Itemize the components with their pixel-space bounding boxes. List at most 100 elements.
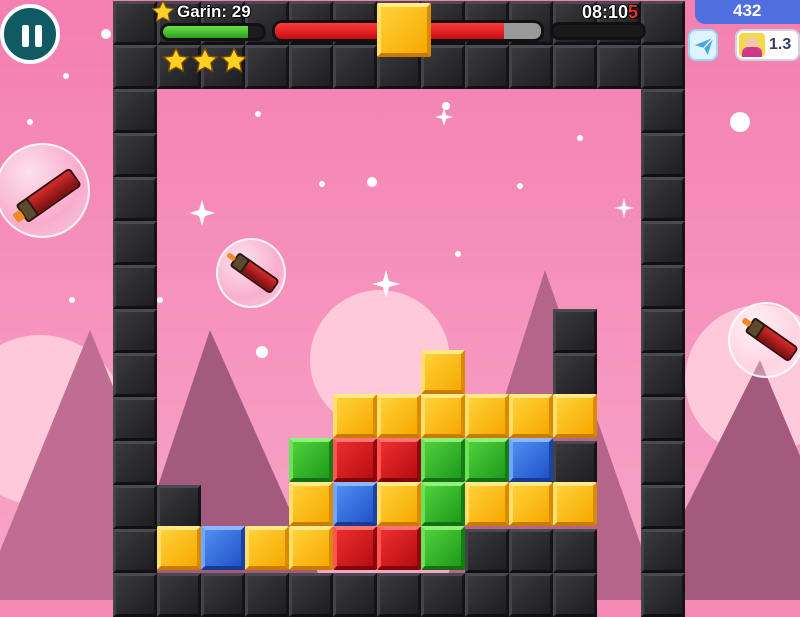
board-cell [641,265,685,309]
rocket-capsule-icon [750,321,800,363]
player-name-score: Garin: 29 [177,2,251,21]
board-cell [641,1,685,45]
yellow-block [465,482,509,526]
score-panel: 432 [695,0,800,24]
yellow-block [245,526,289,570]
player-progress-fill [163,26,248,38]
board-cell [641,353,685,397]
yellow-block [509,394,553,438]
board-cell [113,45,157,89]
blue-block [201,526,245,570]
board-cell [113,441,157,485]
pause-button[interactable] [0,4,60,64]
board-cell [113,177,157,221]
board-cell [113,485,157,529]
timer-panel [550,22,646,40]
board-cell [113,265,157,309]
board-cell [465,45,509,89]
board-cell [113,397,157,441]
yellow-block [377,482,421,526]
rocket-capsule-icon [21,166,82,219]
board-cell [201,573,245,617]
red-block [377,438,421,482]
falling-block[interactable] [377,3,431,57]
yellow-block [421,350,465,394]
red-block [333,526,377,570]
board-cell [509,573,553,617]
board-cell [377,573,421,617]
board-cell [597,45,641,89]
board-cell [157,573,201,617]
board-cell [113,529,157,573]
board-cell [641,573,685,617]
board-cell [465,573,509,617]
green-block [421,438,465,482]
yellow-block [509,482,553,526]
yellow-block [553,394,597,438]
board-cell [553,309,597,353]
board-cell [113,309,157,353]
board-cell [509,45,553,89]
pause-icon [22,25,29,47]
player-progress-bar [160,23,266,41]
board-cell [465,529,509,573]
board-cell [641,177,685,221]
board-cell [641,485,685,529]
powerup-capsule[interactable] [216,238,286,308]
star-icon [191,46,219,73]
yellow-block [465,394,509,438]
multiplier-panel: 1.3 [735,29,800,61]
board-cell [157,485,201,529]
board-cell [553,45,597,89]
board-cell [553,353,597,397]
board-cell [641,89,685,133]
green-block [421,482,465,526]
powerup-capsule[interactable] [728,302,800,378]
board-cell [333,45,377,89]
yellow-block [377,394,421,438]
board-cell [509,529,553,573]
star-icon [162,46,190,73]
yellow-block [289,482,333,526]
red-block [333,438,377,482]
board-cell [113,133,157,177]
paper-plane-icon [694,37,714,56]
blue-block [333,482,377,526]
board-cell [113,221,157,265]
pause-icon [35,25,42,47]
green-block [421,526,465,570]
timer-main: 08:10 [582,2,629,22]
yellow-block [421,394,465,438]
board-cell [641,529,685,573]
yellow-block [157,526,201,570]
blue-block [509,438,553,482]
timer-accent: 5 [628,2,639,22]
rocket-capsule-icon [235,256,281,295]
board-cell [113,353,157,397]
multiplier-value: 1.3 [769,36,792,53]
board-cell [553,529,597,573]
board-cell [553,441,597,485]
board-cell [245,573,289,617]
board-cell [641,309,685,353]
yellow-block [289,526,333,570]
star-icon [220,46,248,73]
share-button[interactable] [688,29,718,61]
board-cell [641,397,685,441]
avatar-icon [739,33,765,57]
board-cell [641,133,685,177]
board-cell [113,89,157,133]
board-cell [641,441,685,485]
board-cell [245,45,289,89]
board-cell [289,573,333,617]
green-block [289,438,333,482]
board-cell [333,573,377,617]
board-cell [421,573,465,617]
board-cell [113,573,157,617]
timer: 08:105 [582,2,638,23]
board-cell [641,45,685,89]
yellow-block [333,394,377,438]
board-cell [553,573,597,617]
yellow-block [553,482,597,526]
board-cell [289,45,333,89]
